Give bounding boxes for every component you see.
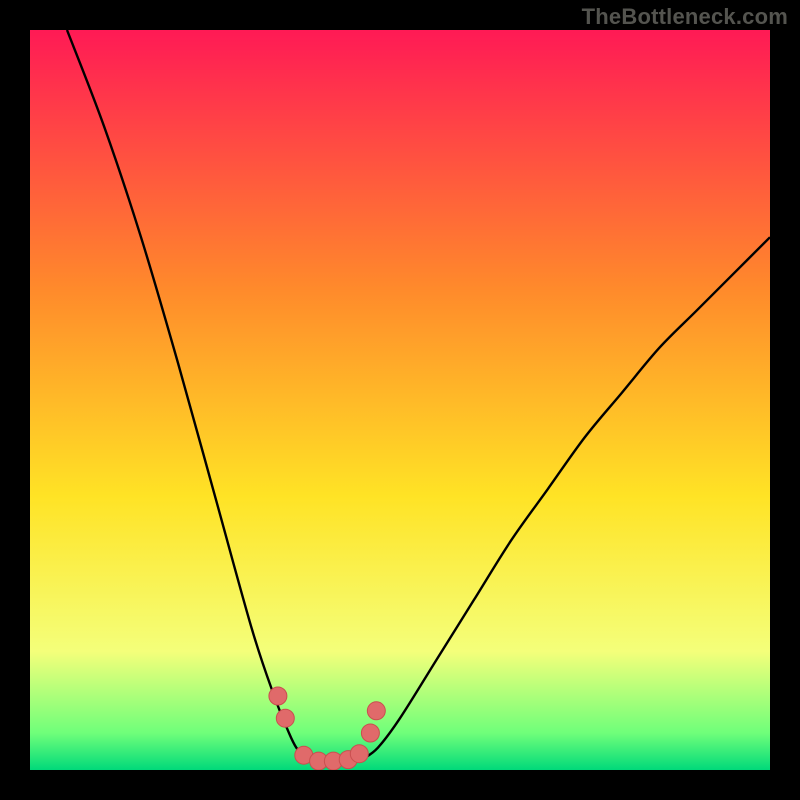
- left-curve-path: [67, 30, 311, 759]
- valley-marker: [269, 687, 287, 705]
- curve-layer: [30, 30, 770, 770]
- valley-marker: [367, 702, 385, 720]
- chart-frame: TheBottleneck.com: [0, 0, 800, 800]
- valley-marker: [276, 709, 294, 727]
- valley-marker: [361, 724, 379, 742]
- watermark-label: TheBottleneck.com: [582, 4, 788, 30]
- plot-area: [30, 30, 770, 770]
- right-curve-path: [363, 237, 770, 759]
- valley-marker: [350, 745, 368, 763]
